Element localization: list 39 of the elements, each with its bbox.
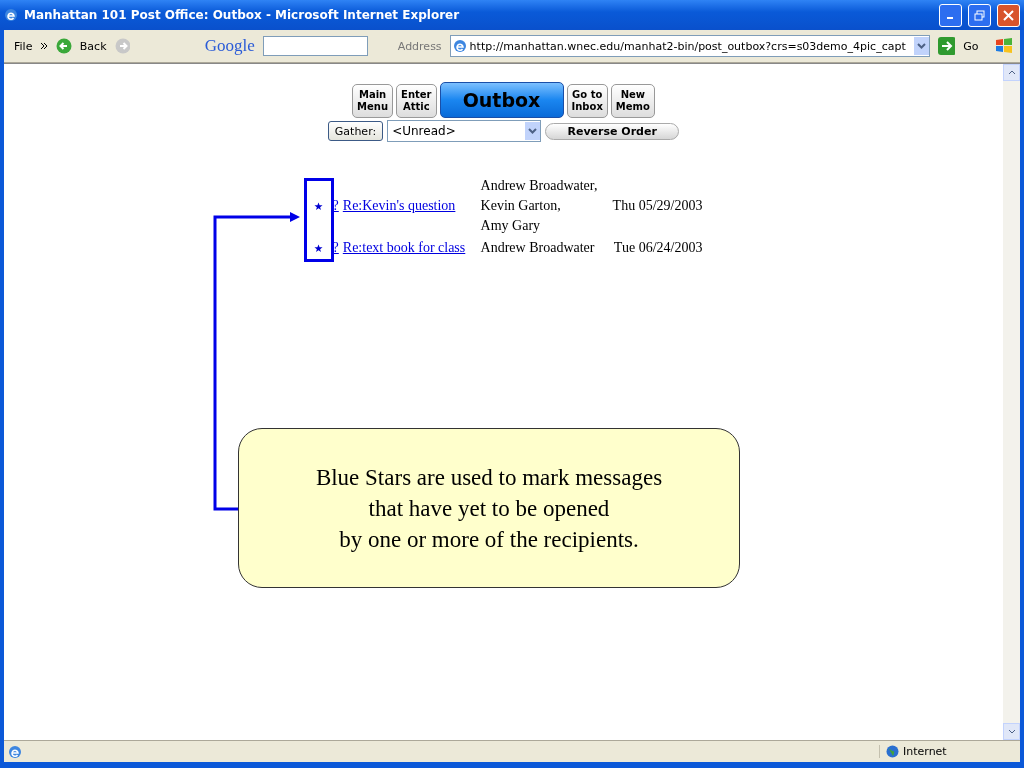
- maximize-button[interactable]: [968, 3, 991, 27]
- filter-dropdown[interactable]: <Unread>: [387, 120, 542, 142]
- go-button[interactable]: Go: [963, 39, 979, 53]
- reverse-order-button[interactable]: Reverse Order: [545, 122, 680, 140]
- address-field[interactable]: http://manhattan.wnec.edu/manhat2-bin/post_outbox?crs=s03demo_4pic_capt: [449, 35, 930, 57]
- recipients-text: Andrew Broadwater: [480, 239, 596, 257]
- nav-button[interactable]: New Memo: [610, 84, 655, 118]
- back-button[interactable]: Back: [79, 39, 107, 53]
- address-label: Address: [397, 39, 442, 53]
- page-status-icon: [8, 744, 22, 759]
- nav-button[interactable]: Main Menu: [352, 84, 394, 118]
- callout-text: Blue Stars are used to mark messages that have yet to be opened by one or more of the recipients.: [315, 463, 663, 554]
- file-menu[interactable]: File: [14, 39, 33, 53]
- nav-button[interactable]: Enter Attic: [396, 84, 437, 118]
- nav-button[interactable]: Go to Inbox: [566, 84, 608, 118]
- google-logo: Google: [204, 36, 255, 56]
- date-text: Tue 06/24/2003: [612, 240, 703, 256]
- chevron-icon[interactable]: [40, 42, 49, 50]
- window-title: Manhattan 101 Post Office: Outbox - Microsoft Internet Explorer: [24, 8, 461, 22]
- scroll-up-icon[interactable]: [1007, 70, 1016, 75]
- subject-link[interactable]: Re:Kevin's question: [342, 198, 456, 214]
- zone-label: Internet: [903, 745, 947, 758]
- restore-icon[interactable]: [974, 9, 985, 21]
- browser-icon: [4, 8, 18, 22]
- subject-link[interactable]: Re:text book for class: [342, 240, 466, 256]
- nav-button[interactable]: Outbox: [439, 82, 564, 118]
- close-button[interactable]: [997, 3, 1020, 27]
- recipients-text: Andrew Broadwater, Kevin Garton, Amy Gary: [480, 177, 599, 235]
- windows-flag-icon: [994, 36, 1014, 56]
- globe-icon: [886, 745, 899, 758]
- scrollbar[interactable]: [1003, 64, 1020, 740]
- go-arrow-icon[interactable]: [937, 37, 956, 55]
- scroll-down-icon[interactable]: [1007, 729, 1016, 734]
- gather-button[interactable]: Gather:: [327, 121, 384, 141]
- search-field[interactable]: [262, 36, 369, 56]
- minimize-button[interactable]: [939, 3, 962, 27]
- page-icon: [452, 39, 467, 53]
- date-text: Thu 05/29/2003: [612, 198, 703, 214]
- close-icon[interactable]: [1003, 9, 1014, 21]
